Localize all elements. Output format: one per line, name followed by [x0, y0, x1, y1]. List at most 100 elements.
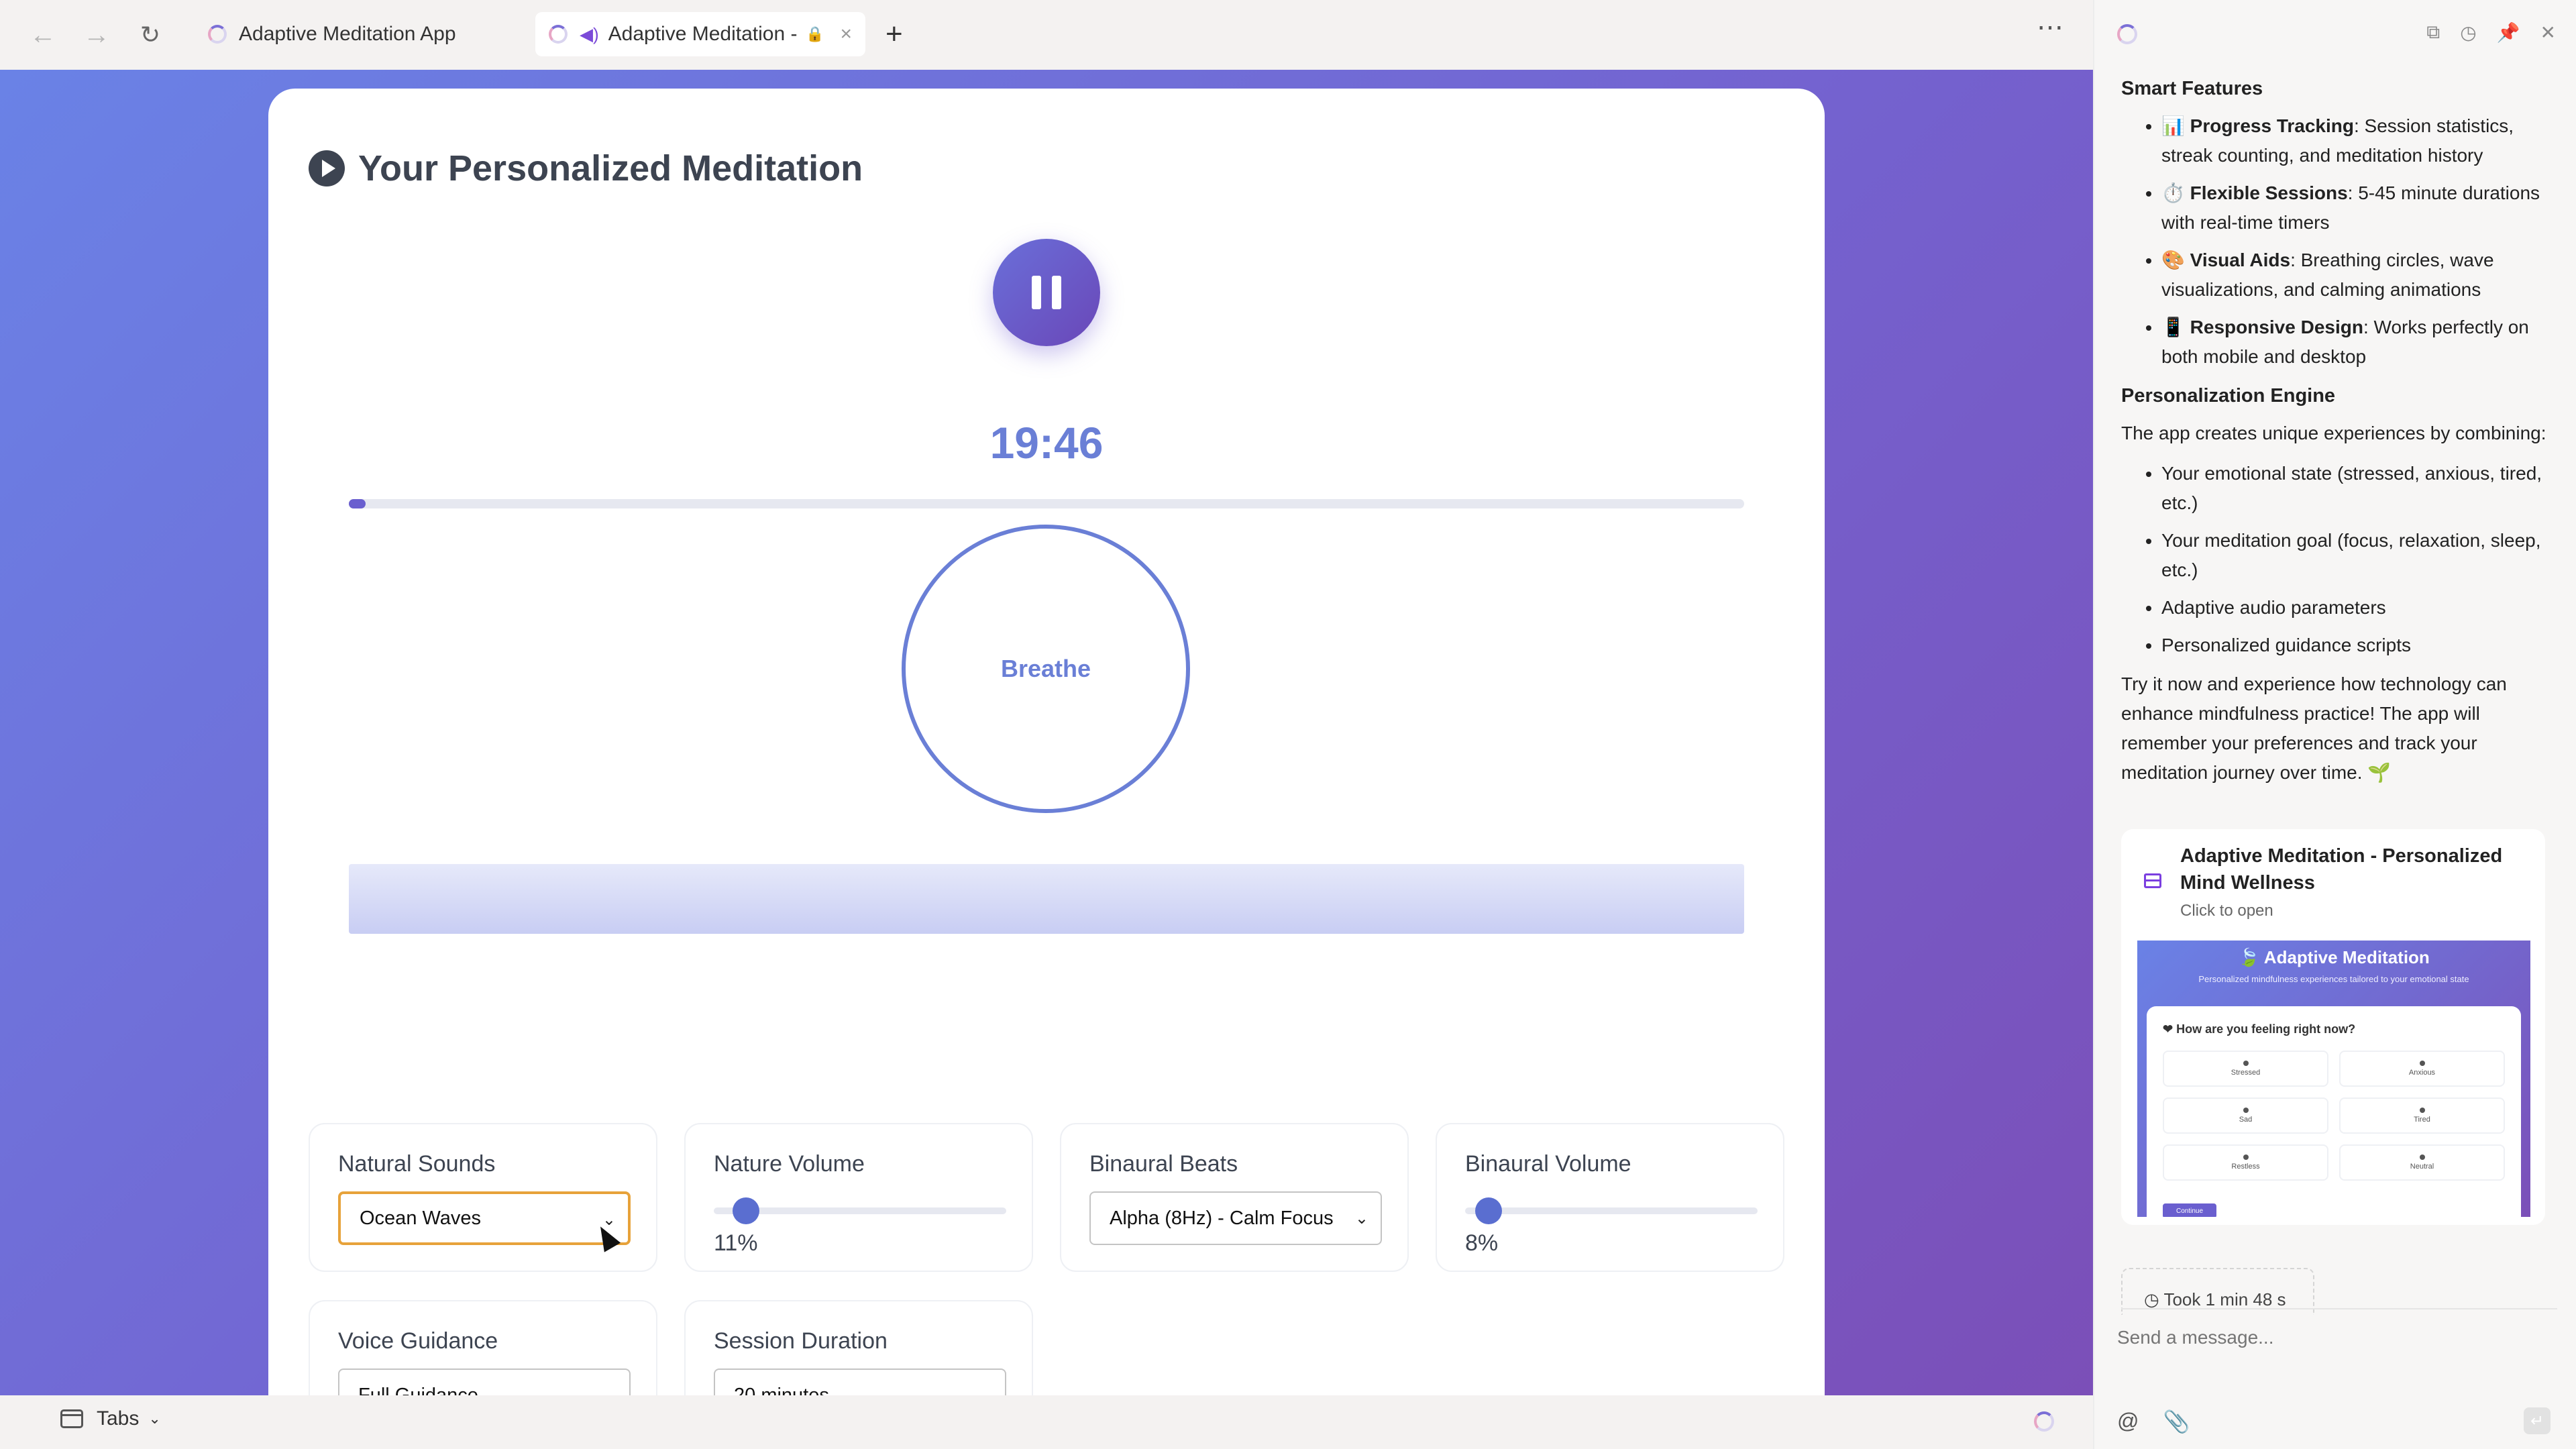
- mood-icon: [2419, 1061, 2425, 1066]
- chat-message: Smart Features 📊 Progress Tracking: Sess…: [2121, 67, 2551, 798]
- tab-adaptive-meditation-personalized[interactable]: ◀) Adaptive Meditation - Personalized Mi…: [535, 12, 865, 56]
- forward-arrow-icon[interactable]: →: [80, 19, 113, 51]
- session-progress-fill: [349, 499, 366, 508]
- mood-icon: [2243, 1155, 2249, 1160]
- close-icon[interactable]: ✕: [2540, 21, 2556, 44]
- mood-icon: [2243, 1108, 2249, 1113]
- mood-icon: [2243, 1061, 2249, 1066]
- nature-volume-control: Nature Volume 11%: [684, 1123, 1033, 1272]
- mood-option: Neutral: [2339, 1144, 2505, 1181]
- preview-question: ❤ How are you feeling right now?: [2163, 1022, 2356, 1036]
- page-viewport: Your Personalized Meditation 19:46 Breat…: [0, 70, 2093, 1395]
- attachment-icon[interactable]: 📎: [2163, 1409, 2190, 1434]
- chart-emoji-icon: 📊: [2161, 115, 2185, 136]
- new-tab-button[interactable]: +: [885, 17, 903, 51]
- binaural-beats-select[interactable]: Alpha (8Hz) - Calm Focus ⌄: [1089, 1191, 1382, 1245]
- natural-sounds-value: Ocean Waves: [360, 1207, 482, 1229]
- chevron-down-icon: ⌄: [1354, 1210, 1368, 1228]
- meditation-card: Your Personalized Meditation 19:46 Breat…: [268, 89, 1825, 1395]
- mood-label: Sad: [2239, 1116, 2253, 1124]
- binaural-beats-label: Binaural Beats: [1089, 1151, 1238, 1177]
- list-item: Your emotional state (stressed, anxious,…: [2161, 459, 2551, 518]
- tab-spinner-icon: [549, 25, 568, 44]
- binaural-volume-slider[interactable]: [1465, 1197, 1758, 1224]
- nature-volume-slider-thumb[interactable]: [732, 1197, 759, 1224]
- nature-volume-label: Nature Volume: [714, 1151, 865, 1177]
- more-options-icon[interactable]: ⋯: [2037, 12, 2065, 43]
- speaker-icon[interactable]: ◀): [580, 24, 599, 45]
- session-duration-select[interactable]: 20 minutes ⌄: [714, 1368, 1006, 1395]
- mood-option: Restless: [2163, 1144, 2328, 1181]
- feature-name: Visual Aids: [2190, 250, 2291, 270]
- assistant-side-panel: ⧉ ◷ 📌 ✕ Smart Features 📊 Progress Tracki…: [2093, 0, 2576, 1449]
- preview-continue-button: Continue: [2163, 1203, 2216, 1217]
- chevron-down-icon: ⌄: [979, 1386, 993, 1395]
- mood-option: Sad: [2163, 1097, 2328, 1134]
- feature-name: Progress Tracking: [2190, 115, 2354, 136]
- natural-sounds-select[interactable]: Ocean Waves ⌄: [338, 1191, 631, 1245]
- tabs-label: Tabs: [97, 1407, 140, 1430]
- play-circle-icon: [309, 150, 345, 186]
- input-toolbar: @ 📎: [2117, 1409, 2190, 1434]
- lock-icon: 🔒: [806, 25, 824, 42]
- voice-guidance-control: Voice Guidance Full Guidance ⌄: [309, 1300, 657, 1395]
- pause-button[interactable]: [993, 239, 1100, 346]
- list-item: Your meditation goal (focus, relaxation,…: [2161, 526, 2551, 585]
- browser-top-bar: ← → ↻ Adaptive Meditation App ◀) Adaptiv…: [0, 0, 2093, 70]
- list-item: 🎨 Visual Aids: Breathing circles, wave v…: [2161, 246, 2551, 305]
- back-arrow-icon[interactable]: ←: [27, 19, 59, 51]
- mood-option: Stressed: [2163, 1051, 2328, 1087]
- personalization-heading: Personalization Engine: [2121, 385, 2336, 407]
- open-external-icon[interactable]: ⧉: [2426, 21, 2440, 44]
- nature-volume-slider[interactable]: [714, 1197, 1006, 1224]
- binaural-beats-control: Binaural Beats Alpha (8Hz) - Calm Focus …: [1060, 1123, 1409, 1272]
- mood-option: Tired: [2339, 1097, 2505, 1134]
- binaural-volume-value: 8%: [1465, 1230, 1499, 1256]
- mention-icon[interactable]: @: [2117, 1409, 2139, 1434]
- close-tab-icon[interactable]: ×: [840, 23, 852, 46]
- list-item: ⏱️ Flexible Sessions: 5-45 minute durati…: [2161, 178, 2551, 237]
- preview-mood-grid: Stressed Anxious Sad Tired Restless Neut…: [2163, 1051, 2505, 1181]
- mood-icon: [2419, 1108, 2425, 1113]
- artifact-card[interactable]: Adaptive Meditation - Personalized Mind …: [2121, 829, 2545, 1225]
- chevron-down-icon: ⌄: [604, 1386, 617, 1395]
- tab-spinner-icon: [208, 25, 227, 44]
- mood-label: Stressed: [2231, 1069, 2261, 1077]
- divider: [2121, 1308, 2557, 1309]
- tab-label: Adaptive Meditation - Personalized Mind …: [608, 23, 802, 45]
- session-duration-value: 20 minutes: [734, 1384, 829, 1396]
- timer-emoji-icon: ⏱️: [2161, 182, 2185, 203]
- message-input[interactable]: [2117, 1327, 2546, 1348]
- session-timer: 19:46: [989, 418, 1104, 468]
- feature-name: Flexible Sessions: [2190, 182, 2348, 203]
- chevron-down-icon: ⌄: [148, 1410, 161, 1427]
- session-progress-bar: [349, 499, 1744, 508]
- time-taken-text: Took 1 min 48 s: [2163, 1289, 2286, 1309]
- mood-option: Anxious: [2339, 1051, 2505, 1087]
- nature-volume-value: 11%: [714, 1230, 758, 1256]
- pause-icon: [1052, 276, 1061, 309]
- tab-label: Adaptive Meditation App: [239, 23, 456, 45]
- voice-guidance-select[interactable]: Full Guidance ⌄: [338, 1368, 631, 1395]
- tabs-button[interactable]: Tabs ⌄: [60, 1407, 161, 1430]
- session-duration-control: Session Duration 20 minutes ⌄: [684, 1300, 1033, 1395]
- artifact-preview[interactable]: 🍃 Adaptive Meditation Personalized mindf…: [2137, 941, 2530, 1217]
- closing-paragraph: Try it now and experience how technology…: [2121, 674, 2507, 783]
- tabs-icon: [60, 1409, 83, 1428]
- history-icon[interactable]: ◷: [2460, 21, 2476, 44]
- page-title-text: Your Personalized Meditation: [358, 148, 863, 189]
- features-list: 📊 Progress Tracking: Session statistics,…: [2121, 111, 2551, 372]
- binaural-volume-slider-thumb[interactable]: [1474, 1197, 1502, 1224]
- preview-mood-card: ❤ How are you feeling right now? Stresse…: [2147, 1006, 2521, 1217]
- breathing-circle: Breathe: [902, 525, 1190, 813]
- preview-subtitle: Personalized mindfulness experiences tai…: [2198, 974, 2469, 984]
- artifact-window-icon: [2144, 873, 2161, 888]
- list-item: 📱 Responsive Design: Works perfectly on …: [2161, 313, 2551, 372]
- pin-icon[interactable]: 📌: [2497, 21, 2520, 44]
- binaural-beats-value: Alpha (8Hz) - Calm Focus: [1110, 1207, 1334, 1229]
- mood-label: Neutral: [2410, 1163, 2434, 1171]
- session-duration-label: Session Duration: [714, 1328, 888, 1354]
- tab-adaptive-meditation-app[interactable]: Adaptive Meditation App: [195, 12, 517, 56]
- send-button[interactable]: ↵: [2524, 1407, 2551, 1434]
- reload-icon[interactable]: ↻: [134, 19, 166, 51]
